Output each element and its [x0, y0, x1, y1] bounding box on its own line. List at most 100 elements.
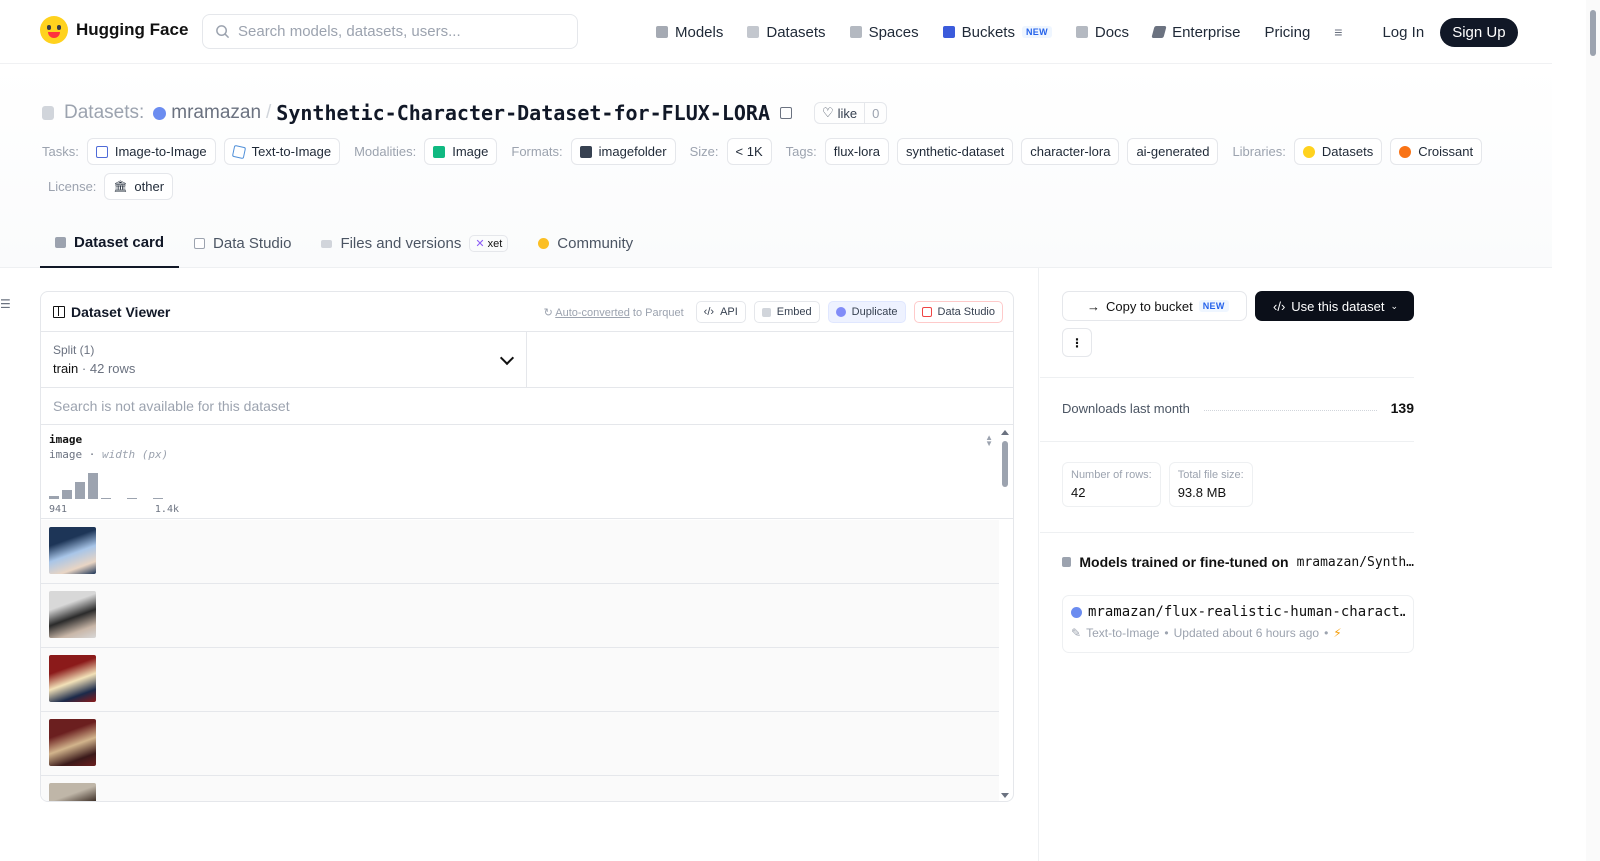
viewer-rows — [41, 520, 999, 801]
xet-badge: ✕ xet — [469, 235, 509, 252]
image-thumbnail[interactable] — [49, 591, 96, 638]
tab-dataset-card-label: Dataset card — [74, 234, 165, 251]
modalities-label: Modalities: — [354, 144, 417, 159]
downloads-label: Downloads last month — [1062, 400, 1190, 416]
tag-text-to-image[interactable]: Text-to-Image — [223, 138, 341, 165]
nav-datasets[interactable]: Datasets — [747, 23, 826, 41]
grid-icon — [849, 26, 862, 38]
histogram-bar[interactable] — [75, 482, 85, 499]
login-link[interactable]: Log In — [1382, 24, 1424, 41]
table-row[interactable] — [41, 776, 999, 801]
data-studio-button-label: Data Studio — [937, 306, 995, 318]
repo-name[interactable]: Synthetic-Character-Dataset-for-FLUX-LOR… — [276, 101, 770, 125]
cube-icon — [656, 26, 668, 38]
nav-models[interactable]: Models — [656, 24, 723, 41]
signup-button[interactable]: Sign Up — [1440, 17, 1518, 47]
histogram-bar[interactable] — [62, 490, 72, 499]
table-row[interactable] — [41, 712, 999, 776]
viewer-search-disabled: Search is not available for this dataset — [41, 388, 1013, 425]
tag-ai-generated[interactable]: ai-generated — [1127, 138, 1219, 165]
tag-imagefolder[interactable]: imagefolder — [570, 138, 676, 165]
logo[interactable]: Hugging Face — [40, 16, 188, 44]
table-row[interactable] — [41, 520, 999, 584]
nav-spaces[interactable]: Spaces — [849, 24, 919, 41]
column-histogram[interactable] — [49, 473, 163, 499]
nav-docs[interactable]: Docs — [1075, 24, 1129, 41]
sidebar-toggle-icon[interactable]: ☰ — [0, 297, 11, 311]
duplicate-button[interactable]: Duplicate — [827, 301, 906, 323]
like-button[interactable]: ♡ like 0 — [813, 102, 888, 124]
divider — [1040, 532, 1414, 533]
split-selector[interactable]: Split (1) train · 42 rows — [41, 332, 527, 387]
scroll-up-icon[interactable] — [1001, 430, 1009, 435]
data-studio-button[interactable]: Data Studio — [913, 301, 1003, 323]
tag-license[interactable]: 🏛 other — [104, 173, 174, 200]
more-options-button[interactable]: ⋮ — [1062, 328, 1092, 357]
copy-icon[interactable] — [779, 107, 792, 119]
table-row[interactable] — [41, 584, 999, 648]
tag-library-datasets-label: Datasets — [1321, 144, 1374, 159]
embed-button-label: Embed — [776, 306, 812, 318]
model-meta: ✎ Text-to-Image • Updated about 6 hours … — [1071, 626, 1405, 640]
page-scrollbar[interactable] — [1586, 0, 1600, 861]
tag-library-datasets[interactable]: Datasets — [1293, 138, 1383, 165]
api-button[interactable]: ‹/› API — [695, 301, 746, 323]
tab-data-studio[interactable]: Data Studio — [179, 219, 306, 268]
tag-library-croissant[interactable]: Croissant — [1390, 138, 1483, 165]
histogram-bar[interactable] — [49, 496, 59, 499]
histogram-bar[interactable] — [101, 498, 111, 499]
tasks-label: Tasks: — [42, 144, 79, 159]
histogram-bar[interactable] — [140, 498, 150, 499]
histogram-bar[interactable] — [153, 498, 163, 499]
image-thumbnail[interactable] — [49, 655, 96, 702]
tag-size[interactable]: < 1K — [726, 138, 772, 165]
rows-stat-value: 42 — [1071, 485, 1086, 500]
tag-flux-lora[interactable]: flux-lora — [824, 138, 889, 165]
community-icon — [538, 238, 550, 249]
heart-icon: ♡ — [821, 105, 834, 120]
top-navbar: Hugging Face Models Datasets Spaces Buck… — [0, 0, 1552, 64]
page-scroll-thumb[interactable] — [1590, 10, 1596, 56]
files-icon — [321, 239, 333, 248]
image-thumbnail[interactable] — [49, 719, 96, 766]
image-thumbnail[interactable] — [49, 783, 96, 801]
tag-character-lora[interactable]: character-lora — [1021, 138, 1120, 165]
scroll-down-icon[interactable] — [1001, 793, 1009, 798]
auto-converted-link[interactable]: Auto-converted — [555, 307, 630, 319]
embed-button[interactable]: Embed — [753, 301, 820, 323]
tab-dataset-card[interactable]: Dataset card — [40, 219, 180, 268]
more-menu-icon[interactable]: ≡ — [1334, 24, 1342, 40]
table-row[interactable] — [41, 648, 999, 712]
tab-data-studio-label: Data Studio — [213, 235, 292, 252]
models-heading-repo: mramazan/Synth… — [1296, 554, 1414, 570]
sidebar-actions: → Copy to bucket NEW ‹/› Use this dataset ⌄ — [1062, 291, 1414, 321]
histogram-bar[interactable] — [114, 498, 124, 499]
histogram-bar[interactable] — [88, 473, 98, 499]
repo-type-label[interactable]: Datasets: — [64, 102, 144, 124]
brand-name: Hugging Face — [76, 20, 189, 39]
tag-image[interactable]: Image — [424, 138, 498, 165]
copy-to-bucket-button[interactable]: → Copy to bucket NEW — [1062, 291, 1247, 321]
arrow-right-icon: → — [1087, 298, 1100, 314]
size-stat-value: 93.8 MB — [1177, 485, 1227, 500]
model-card[interactable]: mramazan/flux-realistic-human-charact… ✎… — [1062, 595, 1414, 653]
tag-image-to-image[interactable]: Image-to-Image — [86, 138, 216, 165]
histogram-bar[interactable] — [127, 498, 137, 499]
nav-pricing[interactable]: Pricing — [1264, 24, 1310, 41]
scroll-thumb[interactable] — [1002, 441, 1008, 487]
repo-owner-link[interactable]: mramazan — [171, 102, 261, 124]
image-thumbnail[interactable] — [49, 527, 96, 574]
nav-buckets[interactable]: Buckets NEW — [942, 24, 1052, 41]
tag-synthetic-dataset[interactable]: synthetic-dataset — [896, 138, 1014, 165]
split-label: Split (1) — [53, 343, 95, 357]
search-input[interactable] — [238, 23, 558, 40]
tag-image-to-image-label: Image-to-Image — [114, 144, 207, 159]
tab-community[interactable]: Community — [523, 219, 648, 268]
viewer-scrollbar[interactable] — [997, 426, 1013, 801]
nav-enterprise[interactable]: Enterprise — [1151, 24, 1240, 41]
tab-files-and-versions[interactable]: Files and versions ✕ xet — [306, 219, 523, 268]
nav-datasets-label: Datasets — [766, 23, 826, 41]
sort-icon[interactable]: ▲ ▼ — [985, 434, 993, 448]
global-search[interactable] — [202, 14, 578, 49]
use-this-dataset-button[interactable]: ‹/› Use this dataset ⌄ — [1255, 291, 1414, 321]
